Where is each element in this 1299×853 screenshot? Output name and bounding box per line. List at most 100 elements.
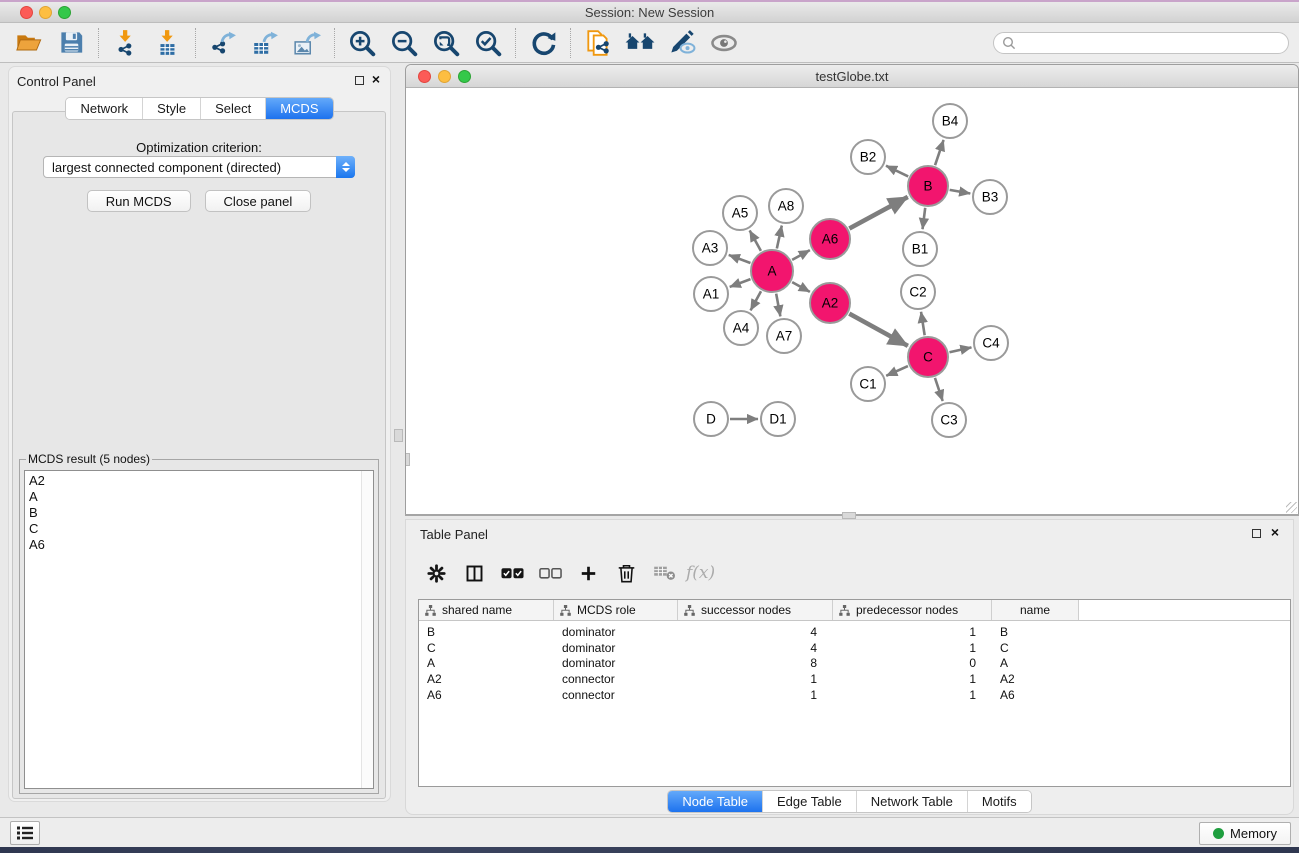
edit-view-button[interactable] xyxy=(661,26,703,60)
tab-select[interactable]: Select xyxy=(200,98,265,119)
table-close-panel-icon[interactable]: × xyxy=(1271,524,1279,540)
refresh-button[interactable] xyxy=(522,26,564,60)
select-all-button[interactable] xyxy=(496,558,529,588)
node-A5[interactable]: A5 xyxy=(723,196,757,230)
split-panel-button[interactable] xyxy=(458,558,491,588)
edge-A6-B[interactable] xyxy=(849,197,907,229)
search-input[interactable] xyxy=(1021,35,1280,50)
cell-shared-name[interactable]: A xyxy=(419,656,554,670)
cell-name[interactable]: A xyxy=(992,656,1079,670)
edge-A-A2[interactable] xyxy=(792,282,810,292)
run-mcds-button[interactable]: Run MCDS xyxy=(87,190,191,212)
zoom-selected-button[interactable] xyxy=(467,26,509,60)
edge-A-A5[interactable] xyxy=(750,231,761,251)
node-C2[interactable]: C2 xyxy=(901,275,935,309)
table-settings-button[interactable] xyxy=(420,558,453,588)
tab-node-table[interactable]: Node Table xyxy=(668,791,762,812)
export-network-button[interactable] xyxy=(202,26,244,60)
cell-shared-name[interactable]: B xyxy=(419,625,554,639)
table-row[interactable]: Cdominator41C xyxy=(419,640,1290,656)
node-D1[interactable]: D1 xyxy=(761,402,795,436)
float-panel-icon[interactable] xyxy=(355,76,364,85)
network-canvas[interactable]: AA1A2A3A4A5A6A7A8BB1B2B3B4CC1C2C3C4DD1 xyxy=(406,88,1298,514)
edge-A-A8[interactable] xyxy=(777,226,782,249)
node-C1[interactable]: C1 xyxy=(851,367,885,401)
cell-MCDS-role[interactable]: dominator xyxy=(554,656,678,670)
function-builder-button[interactable]: f(x) xyxy=(686,563,715,583)
cell-predecessor-nodes[interactable]: 1 xyxy=(833,625,992,639)
horizontal-splitter-handle[interactable] xyxy=(842,512,856,519)
node-A2[interactable]: A2 xyxy=(810,283,850,323)
column-header-name[interactable]: name xyxy=(992,600,1079,620)
cell-name[interactable]: B xyxy=(992,625,1079,639)
edge-A-A1[interactable] xyxy=(730,279,751,287)
memory-button[interactable]: Memory xyxy=(1199,822,1291,845)
frame-edge-handle[interactable] xyxy=(406,453,410,466)
cell-MCDS-role[interactable]: dominator xyxy=(554,625,678,639)
vertical-splitter-handle[interactable] xyxy=(394,429,403,442)
cell-predecessor-nodes[interactable]: 1 xyxy=(833,641,992,655)
column-header-shared-name[interactable]: shared name xyxy=(419,600,554,620)
cell-shared-name[interactable]: A2 xyxy=(419,672,554,686)
close-panel-icon[interactable]: × xyxy=(372,71,380,87)
cell-name[interactable]: A6 xyxy=(992,688,1079,702)
mcds-result-item[interactable]: B xyxy=(29,505,373,521)
node-C3[interactable]: C3 xyxy=(932,403,966,437)
column-header-successor-nodes[interactable]: successor nodes xyxy=(678,600,833,620)
import-network-button[interactable] xyxy=(105,26,147,60)
cell-name[interactable]: A2 xyxy=(992,672,1079,686)
cell-name[interactable]: C xyxy=(992,641,1079,655)
edge-A2-C[interactable] xyxy=(849,314,908,346)
tab-edge-table[interactable]: Edge Table xyxy=(762,791,856,812)
task-history-button[interactable] xyxy=(10,821,40,845)
edge-B-B1[interactable] xyxy=(923,208,926,229)
table-row[interactable]: Bdominator41B xyxy=(419,624,1290,640)
save-session-button[interactable] xyxy=(50,26,92,60)
edge-C-C3[interactable] xyxy=(935,378,943,401)
list-scrollbar[interactable] xyxy=(361,471,373,788)
node-A8[interactable]: A8 xyxy=(769,189,803,223)
network-window-titlebar[interactable]: testGlobe.txt xyxy=(406,65,1298,88)
node-B[interactable]: B xyxy=(908,166,948,206)
resize-corner-handle[interactable] xyxy=(1286,502,1297,513)
mcds-result-item[interactable]: A xyxy=(29,489,373,505)
column-header-predecessor-nodes[interactable]: predecessor nodes xyxy=(833,600,992,620)
tab-network-table[interactable]: Network Table xyxy=(856,791,967,812)
node-A7[interactable]: A7 xyxy=(767,319,801,353)
add-column-button[interactable] xyxy=(572,558,605,588)
export-table-button[interactable] xyxy=(244,26,286,60)
node-B1[interactable]: B1 xyxy=(903,232,937,266)
node-A6[interactable]: A6 xyxy=(810,219,850,259)
mcds-result-item[interactable]: A6 xyxy=(29,537,373,553)
edge-A-A4[interactable] xyxy=(751,291,761,310)
table-row[interactable]: A6connector11A6 xyxy=(419,687,1290,703)
edge-B-B2[interactable] xyxy=(886,166,908,177)
home-view-button[interactable] xyxy=(619,26,661,60)
cell-successor-nodes[interactable]: 8 xyxy=(678,656,833,670)
cell-MCDS-role[interactable]: dominator xyxy=(554,641,678,655)
table-row[interactable]: A2connector11A2 xyxy=(419,671,1290,687)
node-A3[interactable]: A3 xyxy=(693,231,727,265)
cell-MCDS-role[interactable]: connector xyxy=(554,688,678,702)
cell-successor-nodes[interactable]: 1 xyxy=(678,688,833,702)
cell-predecessor-nodes[interactable]: 1 xyxy=(833,688,992,702)
table-row[interactable]: Adominator80A xyxy=(419,656,1290,672)
edge-A-A3[interactable] xyxy=(729,255,751,263)
edge-C-C4[interactable] xyxy=(949,347,971,352)
edge-C-C2[interactable] xyxy=(921,312,925,335)
cell-shared-name[interactable]: C xyxy=(419,641,554,655)
cell-successor-nodes[interactable]: 1 xyxy=(678,672,833,686)
cell-successor-nodes[interactable]: 4 xyxy=(678,625,833,639)
mcds-result-item[interactable]: C xyxy=(29,521,373,537)
cell-shared-name[interactable]: A6 xyxy=(419,688,554,702)
node-D[interactable]: D xyxy=(694,402,728,436)
node-C[interactable]: C xyxy=(908,337,948,377)
zoom-fit-button[interactable] xyxy=(425,26,467,60)
show-graphics-button[interactable] xyxy=(703,26,745,60)
column-header-MCDS-role[interactable]: MCDS role xyxy=(554,600,678,620)
tab-network[interactable]: Network xyxy=(66,98,142,119)
node-B4[interactable]: B4 xyxy=(933,104,967,138)
close-panel-button[interactable]: Close panel xyxy=(205,190,312,212)
cell-predecessor-nodes[interactable]: 1 xyxy=(833,672,992,686)
table-float-panel-icon[interactable] xyxy=(1252,529,1261,538)
